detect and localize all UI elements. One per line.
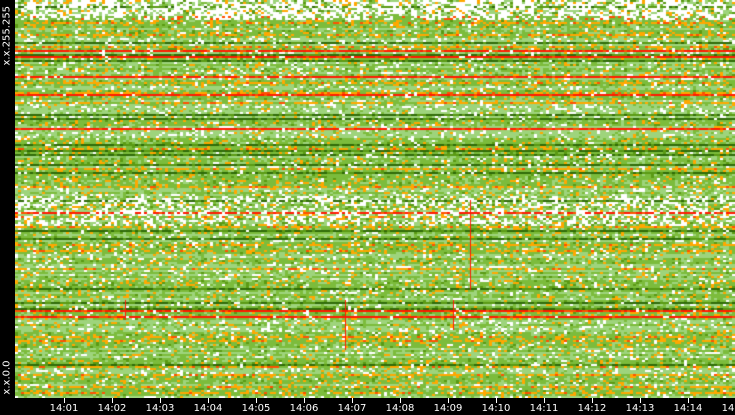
x-tick-label: 14:10 [481, 403, 511, 414]
y-label-top: x.x.255.255 [1, 5, 13, 66]
x-tick-label: 14:02 [97, 403, 127, 414]
x-axis: 14:01 14:02 14:03 14:04 14:05 14:06 14:07 14:08… [0, 398, 735, 415]
x-tick-label: 14:12 [577, 403, 607, 414]
x-tick-label: 14:04 [193, 403, 223, 414]
x-tick-label: 14:03 [145, 403, 175, 414]
y-axis: x.x.255.255 x.x.0.0 [0, 0, 15, 398]
x-tick-label: 14:13 [625, 403, 655, 414]
x-tick-label: 14:09 [433, 403, 463, 414]
x-tick-label: 14:06 [289, 403, 319, 414]
x-tick-label: 14:08 [385, 403, 415, 414]
y-label-bottom: x.x.0.0 [1, 360, 13, 395]
x-tick-label: 14:11 [529, 403, 559, 414]
x-tick-label: 14:05 [241, 403, 271, 414]
x-tick-label: 14:14 [673, 403, 703, 414]
x-tick-label: 14:07 [337, 403, 367, 414]
heatmap-canvas[interactable] [15, 0, 735, 398]
x-tick-label: 14:15 [721, 403, 735, 414]
x-tick-label: 14:01 [49, 403, 79, 414]
